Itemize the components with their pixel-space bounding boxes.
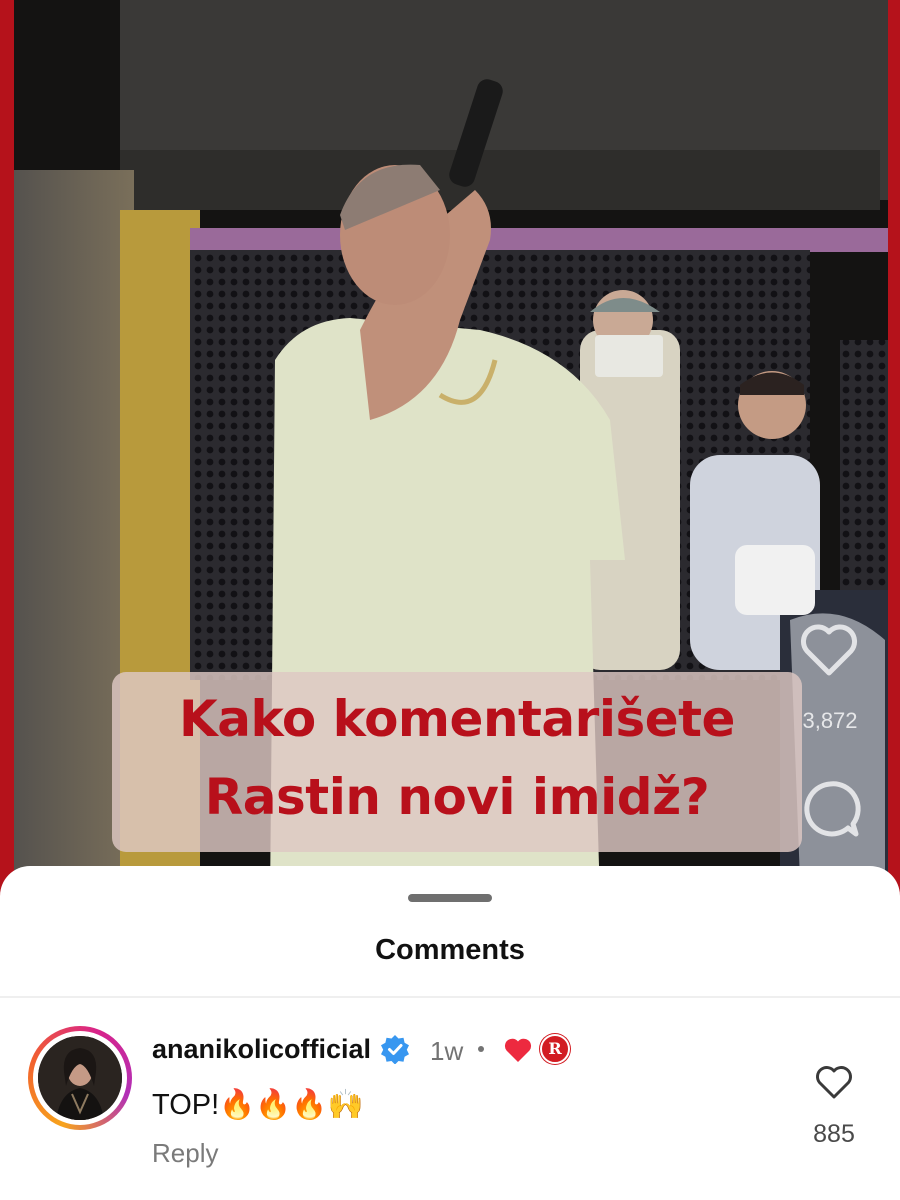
reply-button[interactable]: Reply xyxy=(152,1138,218,1169)
sheet-title: Comments xyxy=(375,934,525,966)
heart-outline-icon[interactable] xyxy=(798,620,860,678)
comment-like-count: 885 xyxy=(813,1120,855,1148)
frame-border-left xyxy=(0,0,14,900)
caption-line-2: Rastin novi imidž? xyxy=(204,768,710,826)
comment-bubble-icon[interactable] xyxy=(798,778,862,842)
caption-line-1: Kako komentarišete xyxy=(179,690,735,748)
sheet-divider xyxy=(0,996,900,998)
sheet-drag-handle[interactable] xyxy=(408,894,492,902)
video-caption: Kako komentarišete Rastin novi imidž? xyxy=(112,680,802,836)
frame-border-right xyxy=(888,0,900,900)
avatar[interactable] xyxy=(28,1026,132,1130)
avatar-image xyxy=(38,1036,122,1120)
reel-video[interactable]: Kako komentarišete Rastin novi imidž? 3,… xyxy=(0,0,900,900)
comments-sheet: Comments ananikolicofficial 1w R TOP!🔥🔥🔥… xyxy=(0,866,900,1200)
creator-avatar-badge: R xyxy=(540,1034,570,1064)
heart-outline-icon[interactable] xyxy=(814,1064,854,1100)
separator-dot xyxy=(478,1046,484,1052)
verified-badge-icon xyxy=(381,1035,409,1064)
comment-username[interactable]: ananikolicofficial xyxy=(152,1034,371,1065)
video-like-count: 3,872 xyxy=(802,708,858,733)
comment-time: 1w xyxy=(430,1036,464,1066)
comment-text: TOP!🔥🔥🔥🙌 xyxy=(152,1089,364,1121)
red-heart-icon xyxy=(504,1038,532,1062)
